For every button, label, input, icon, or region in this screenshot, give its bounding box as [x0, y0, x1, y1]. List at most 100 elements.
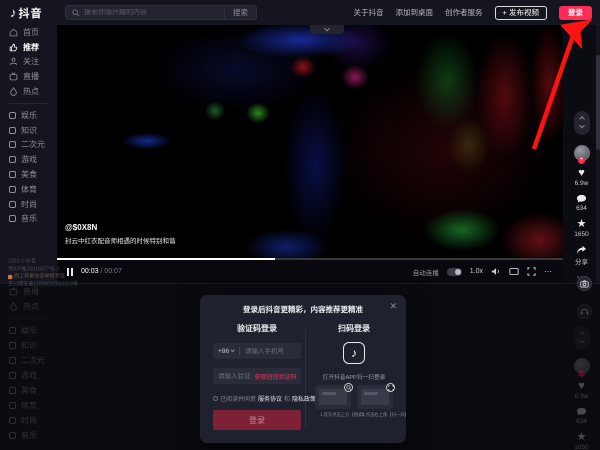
sidebar-item-knowledge[interactable]: 知识: [0, 123, 57, 138]
favorite-count: 1650: [574, 231, 588, 238]
modal-divider: [305, 329, 306, 429]
comment-icon: [576, 194, 587, 204]
footer-security[interactable]: 京公网安备11000002002023号: [8, 282, 50, 288]
screen-record-button[interactable]: [577, 276, 592, 291]
comment-button[interactable]: 634: [576, 194, 587, 212]
theater-mode-icon[interactable]: [509, 267, 519, 276]
autoplay-toggle[interactable]: [447, 268, 462, 276]
douyin-logo[interactable]: ♪ 抖音: [0, 5, 57, 21]
step1-illustration: [315, 385, 351, 409]
left-sidebar: 首页 推荐 关注 直播 热点 娱乐 知识 二次元 游戏 美食 体育 时尚 音乐 …: [0, 25, 57, 283]
volume-icon[interactable]: [491, 267, 501, 276]
home-icon: [9, 28, 18, 37]
country-code[interactable]: +86: [218, 348, 229, 355]
headset-icon: [580, 308, 589, 316]
sidebar-item-fashion[interactable]: 时尚: [0, 197, 57, 212]
comment-count: 634: [576, 205, 587, 212]
publish-video-button[interactable]: + 发布视频: [495, 6, 547, 20]
fullscreen-icon[interactable]: [527, 267, 536, 276]
get-code-link[interactable]: 获取短信验证码: [254, 371, 296, 380]
time-display: 00:03 / 00:07: [81, 268, 122, 275]
chevron-down-icon: [324, 25, 330, 31]
phone-input-group[interactable]: +86: [213, 343, 301, 359]
search-button[interactable]: 搜索: [224, 6, 256, 19]
code-input-group[interactable]: 获取短信验证码: [213, 368, 301, 384]
sidebar-item-recommend[interactable]: 推荐: [0, 40, 57, 55]
magnifier-icon: [344, 383, 353, 392]
agreement-checkbox[interactable]: [213, 396, 218, 401]
qr-code: ♪: [343, 342, 365, 364]
modal-title: 登录后抖音更精彩，内容推荐更精准: [200, 304, 406, 315]
knowledge-icon: [9, 127, 16, 134]
login-button[interactable]: 登录: [559, 6, 592, 20]
link-creator-service[interactable]: 创作者服务: [445, 7, 483, 18]
video-author[interactable]: @$0X8N: [65, 223, 97, 232]
scrollbar-thumb[interactable]: [596, 55, 600, 150]
video-nav-pill[interactable]: [574, 111, 590, 135]
author-avatar[interactable]: +: [574, 145, 590, 161]
sidebar-item-music[interactable]: 音乐: [0, 212, 57, 227]
pause-button[interactable]: [67, 268, 73, 276]
sidebar-item-live[interactable]: 直播: [0, 69, 57, 84]
collapse-tab[interactable]: [310, 25, 344, 34]
terms-link[interactable]: 服务协议: [258, 394, 282, 403]
player-more-button[interactable]: ⋯: [544, 267, 553, 276]
sidebar-item-sports[interactable]: 体育: [0, 182, 57, 197]
music-note-icon: ♪: [10, 6, 17, 19]
playback-speed[interactable]: 1.0x: [470, 268, 483, 275]
chevron-down-icon[interactable]: [579, 123, 585, 129]
dim-sidebar-item-food[interactable]: 美食: [0, 383, 57, 398]
sms-code-input[interactable]: [218, 373, 251, 380]
close-icon[interactable]: ✕: [389, 302, 397, 311]
autoplay-label: 自动连播: [413, 267, 439, 277]
dim-sidebar-item-knowledge[interactable]: 知识: [0, 338, 57, 353]
chevron-up-icon[interactable]: [579, 116, 585, 122]
sidebar-item-anime[interactable]: 二次元: [0, 138, 57, 153]
dim-sidebar-item-anime[interactable]: 二次元: [0, 353, 57, 368]
game-icon: [9, 156, 16, 163]
agreement-row: 已阅读并同意 服务协议 和 隐私政策: [213, 394, 301, 403]
sports-icon: [9, 186, 16, 193]
sidebar-item-entertainment[interactable]: 娱乐: [0, 108, 57, 123]
sidebar-item-follow[interactable]: 关注: [0, 55, 57, 70]
heart-icon: ♥: [578, 168, 585, 179]
dim-sidebar-item-hot[interactable]: 热点: [0, 299, 57, 314]
sidebar-item-hot[interactable]: 热点: [0, 84, 57, 99]
star-icon: ★: [577, 219, 587, 230]
search-input[interactable]: [80, 9, 224, 16]
modal-login-button[interactable]: 登录: [213, 410, 301, 430]
qr-login-section: 扫码登录 ♪ 打开抖音APP扫一扫登录 1.首页点击上方【搜索】: [313, 323, 395, 420]
dim-sidebar-item-fashion[interactable]: 时尚: [0, 413, 57, 428]
sidebar-item-food[interactable]: 美食: [0, 167, 57, 182]
dim-sidebar-item-entertainment[interactable]: 娱乐: [0, 323, 57, 338]
sms-login-heading: 验证码登录: [213, 323, 301, 334]
link-about[interactable]: 关于抖音: [354, 7, 384, 18]
entertainment-icon: [9, 112, 16, 119]
dim-sidebar-item-music[interactable]: 音乐: [0, 428, 57, 443]
link-add-desktop[interactable]: 添加到桌面: [396, 7, 434, 18]
dim-sidebar-item-sports[interactable]: 体育: [0, 398, 57, 413]
chevron-down-icon: [230, 347, 234, 351]
dim-sidebar-item-game[interactable]: 游戏: [0, 368, 57, 383]
favorite-button[interactable]: ★ 1650: [574, 219, 588, 238]
footer-report[interactable]: 网上有害信息举报专区: [8, 274, 50, 280]
footer-icp[interactable]: 京ICP备16018077号-3: [8, 267, 50, 273]
qr-hint: 打开抖音APP扫一扫登录: [323, 372, 386, 381]
search-bar[interactable]: 搜索: [65, 5, 257, 20]
follow-plus-badge[interactable]: +: [578, 157, 585, 164]
help-button[interactable]: [577, 304, 592, 319]
sidebar-item-home[interactable]: 首页: [0, 25, 57, 40]
fashion-icon: [9, 201, 16, 208]
douyin-note-icon: ♪: [351, 347, 357, 359]
share-icon: [576, 245, 587, 255]
thumb-up-icon: [9, 43, 18, 52]
video-canvas[interactable]: @$0X8N 封云中红衣配音师相遇的时候特别和谐: [57, 25, 563, 258]
video-player[interactable]: @$0X8N 封云中红衣配音师相遇的时候特别和谐 00:03 / 00:07 自…: [57, 25, 563, 283]
phone-input[interactable]: [245, 348, 296, 355]
page-scrollbar[interactable]: [596, 25, 600, 283]
like-button[interactable]: ♥ 6.9w: [575, 168, 589, 187]
top-header: ♪ 抖音 搜索 关于抖音 添加到桌面 创作者服务 + 发布视频 登录: [0, 0, 600, 25]
sidebar-item-game[interactable]: 游戏: [0, 152, 57, 167]
video-frame: [57, 25, 563, 258]
share-button[interactable]: 分享: [575, 245, 588, 266]
